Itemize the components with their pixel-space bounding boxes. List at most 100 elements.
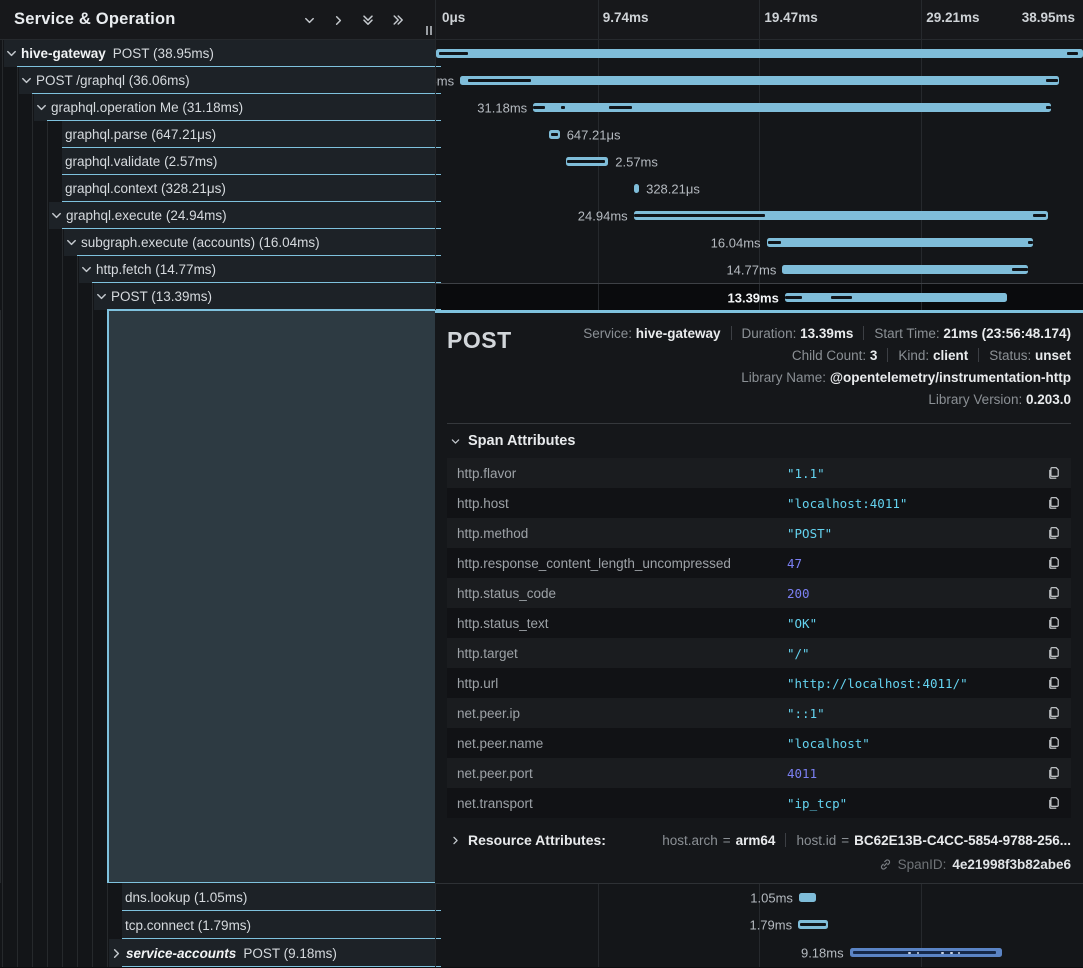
- span-bar[interactable]: 1.79ms: [798, 920, 828, 929]
- copy-icon[interactable]: [1047, 466, 1061, 480]
- span-row[interactable]: graphql.parse (647.21μs) 647.21μs: [0, 121, 1083, 148]
- chevron-down-icon[interactable]: [35, 101, 48, 114]
- span-tree-content: POST /graphql (36.06ms): [19, 67, 435, 94]
- span-tree-content: hive-gatewayPOST (38.95ms): [4, 40, 435, 67]
- span-row[interactable]: dns.lookup (1.05ms)1.05ms: [0, 883, 1083, 911]
- span-attributes-header[interactable]: Span Attributes: [447, 424, 1071, 458]
- span-duration-label: 1.79ms: [749, 918, 792, 931]
- trace-viewer: Service & Operation 0μs9.74ms19.47ms29.2…: [0, 0, 1083, 968]
- copy-icon[interactable]: [1047, 556, 1061, 570]
- span-row[interactable]: graphql.execute (24.94ms)24.94ms: [0, 202, 1083, 229]
- indent-guides: [0, 310, 107, 883]
- span-timeline-cell: 1.79ms: [435, 911, 1083, 939]
- gridline: [921, 884, 922, 911]
- span-tree-content: graphql.parse (647.21μs): [62, 121, 435, 148]
- attribute-row: http.target"/": [447, 638, 1071, 668]
- span-bar[interactable]: 13.39ms: [785, 293, 1007, 302]
- gridline: [598, 175, 599, 202]
- chevron-down-icon[interactable]: [80, 263, 93, 276]
- copy-icon[interactable]: [1047, 766, 1061, 780]
- collapse-all-icon[interactable]: [361, 13, 375, 27]
- span-bar[interactable]: 2.57ms: [566, 157, 609, 166]
- span-row[interactable]: graphql.context (328.21μs) 328.21μs: [0, 175, 1083, 202]
- copy-icon[interactable]: [1047, 646, 1061, 660]
- meta-line: Library Name: @opentelemetry/instrumenta…: [512, 367, 1071, 389]
- span-tree-cell: graphql.context (328.21μs): [0, 175, 435, 202]
- attribute-key: http.status_text: [457, 616, 787, 631]
- span-bar[interactable]: 328.21μs: [634, 184, 639, 193]
- detail-left-panel: [107, 310, 435, 883]
- span-bar[interactable]: 647.21μs: [549, 130, 560, 139]
- chevron-right-icon: [450, 835, 461, 846]
- span-row[interactable]: graphql.validate (2.57ms)2.57ms: [0, 148, 1083, 175]
- axis-tick-label: 19.47ms: [764, 10, 817, 25]
- span-bar[interactable]: 1.05ms: [799, 893, 816, 902]
- chevron-right-icon[interactable]: [110, 947, 123, 960]
- expand-all-icon[interactable]: [391, 13, 405, 27]
- copy-icon[interactable]: [1047, 616, 1061, 630]
- child-span-dot: [941, 952, 944, 954]
- child-span-tick: [831, 296, 852, 299]
- copy-icon[interactable]: [1047, 676, 1061, 690]
- divider: [978, 348, 979, 362]
- chevron-down-icon[interactable]: [95, 290, 108, 303]
- panel-resize-handle[interactable]: [426, 26, 432, 35]
- attribute-value: "localhost:4011": [787, 496, 1047, 511]
- span-bar[interactable]: 16.04ms: [767, 238, 1033, 247]
- meta-label: Library Name:: [741, 370, 830, 385]
- copy-icon[interactable]: [1047, 586, 1061, 600]
- span-bar[interactable]: 14.77ms: [782, 265, 1027, 274]
- link-icon[interactable]: [879, 858, 892, 871]
- attribute-key: http.response_content_length_uncompresse…: [457, 556, 787, 571]
- child-span-tick: [1012, 268, 1028, 271]
- chevron-down-icon[interactable]: [65, 236, 78, 249]
- expand-one-icon[interactable]: [332, 14, 345, 27]
- chevron-down-icon[interactable]: [50, 209, 63, 222]
- span-label: service-accountsPOST (9.18ms): [123, 946, 337, 961]
- collapse-one-icon[interactable]: [303, 14, 316, 27]
- resource-attributes-items: host.arch=arm64host.id=BC62E13B-C4CC-585…: [606, 833, 1071, 848]
- span-bar[interactable]: 38.95ms: [436, 49, 1083, 58]
- attribute-value: "http://localhost:4011/": [787, 676, 1047, 691]
- copy-icon[interactable]: [1047, 796, 1061, 810]
- attribute-value: 47: [787, 556, 1047, 571]
- span-row[interactable]: hive-gatewayPOST (38.95ms)38.95ms: [0, 40, 1083, 67]
- span-rows-bottom: dns.lookup (1.05ms)1.05mstcp.connect (1.…: [0, 883, 1083, 967]
- span-row[interactable]: POST /graphql (36.06ms) 36.06ms: [0, 67, 1083, 94]
- gridline: [921, 121, 922, 148]
- span-row[interactable]: POST (13.39ms)13.39ms: [0, 283, 1083, 310]
- span-bar[interactable]: 9.18ms: [850, 948, 1002, 957]
- child-span-dot: [950, 952, 952, 954]
- divider: [887, 348, 888, 362]
- chevron-down-icon[interactable]: [20, 74, 33, 87]
- span-row[interactable]: tcp.connect (1.79ms)1.79ms: [0, 911, 1083, 939]
- meta-value: @opentelemetry/instrumentation-http: [830, 370, 1071, 385]
- attribute-key: net.transport: [457, 796, 787, 811]
- span-row[interactable]: service-accountsPOST (9.18ms) 9.18ms: [0, 939, 1083, 967]
- section-title: Span Attributes: [468, 433, 575, 449]
- attribute-row: http.host"localhost:4011": [447, 488, 1071, 518]
- chevron-down-icon[interactable]: [5, 47, 18, 60]
- copy-icon[interactable]: [1047, 496, 1061, 510]
- tree-header-title: Service & Operation: [14, 10, 176, 29]
- copy-icon[interactable]: [1047, 526, 1061, 540]
- span-id-value: 4e21998f3b82abe6: [952, 857, 1071, 872]
- resource-attributes-row[interactable]: Resource Attributes: host.arch=arm64host…: [447, 832, 1071, 848]
- tree-toolbar: [303, 0, 405, 40]
- span-timeline-cell: 14.77ms: [435, 256, 1083, 283]
- gridline: [759, 148, 760, 175]
- copy-icon[interactable]: [1047, 736, 1061, 750]
- span-bar[interactable]: 36.06ms: [460, 76, 1059, 85]
- service-name: hive-gateway: [21, 46, 106, 61]
- meta-value: client: [933, 348, 968, 363]
- span-bar[interactable]: 24.94ms: [634, 211, 1048, 220]
- axis-tick-label: 38.95ms: [1022, 10, 1075, 25]
- span-row[interactable]: http.fetch (14.77ms)14.77ms: [0, 256, 1083, 283]
- copy-icon[interactable]: [1047, 706, 1061, 720]
- span-bar[interactable]: 31.18ms: [533, 103, 1051, 112]
- span-row[interactable]: graphql.operation Me (31.18ms)31.18ms: [0, 94, 1083, 121]
- attribute-key: http.status_code: [457, 586, 787, 601]
- span-timeline-cell: 24.94ms: [435, 202, 1083, 229]
- attribute-row: net.transport"ip_tcp": [447, 788, 1071, 818]
- span-row[interactable]: subgraph.execute (accounts) (16.04ms)16.…: [0, 229, 1083, 256]
